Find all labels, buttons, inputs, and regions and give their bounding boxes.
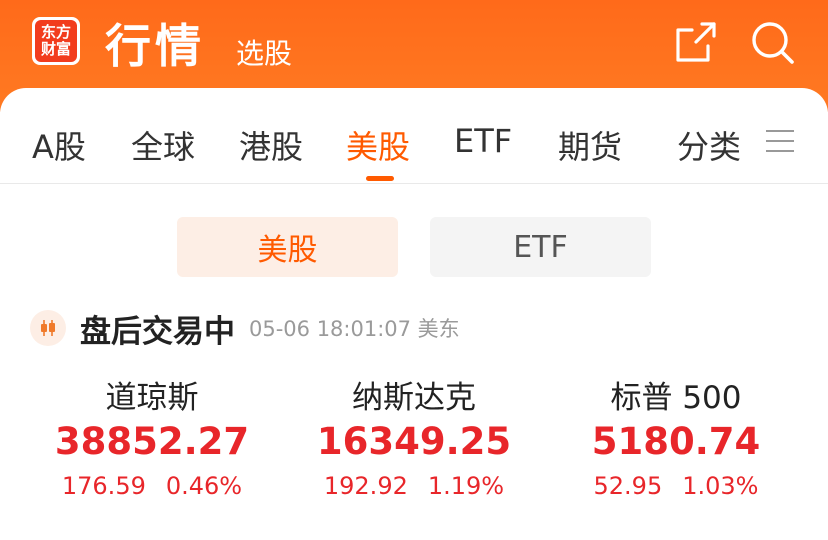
- index-change: 52.95 1.03%: [538, 466, 814, 506]
- index-change-points: 192.92: [323, 472, 408, 500]
- tab-global[interactable]: 全球: [131, 122, 195, 168]
- tab-us-stocks[interactable]: 美股: [346, 122, 410, 168]
- segment-us-stocks[interactable]: 美股: [177, 217, 398, 277]
- index-change-percent: 1.19%: [427, 472, 505, 500]
- market-tabs: A股 全球 港股 美股 ETF 期货 分类: [0, 88, 828, 184]
- index-value: 5180.74: [591, 420, 761, 463]
- index-change-points: 52.95: [593, 472, 663, 500]
- status-label: 盘后交易中: [80, 313, 235, 350]
- tab-hk-stocks[interactable]: 港股: [239, 122, 303, 168]
- logo-text-line1: 东方: [40, 23, 71, 41]
- index-card-sp500[interactable]: 标普 500 5180.74 52.95 1.03%: [538, 378, 814, 506]
- stock-picker-link[interactable]: 选股: [236, 32, 292, 72]
- index-change-percent: 1.03%: [682, 472, 759, 500]
- status-time: 05-06 18:01:07 美东: [249, 317, 460, 341]
- segment-etf[interactable]: ETF: [430, 217, 651, 277]
- candlestick-icon: [30, 310, 66, 346]
- index-name: 标普 500: [610, 380, 742, 416]
- tabs-fade: [620, 108, 660, 168]
- content-panel: A股 全球 港股 美股 ETF 期货 分类 美股 ETF 盘后交易中 05-06…: [0, 88, 828, 540]
- index-card-dow[interactable]: 道琼斯 38852.27 176.59 0.46%: [14, 378, 290, 506]
- logo-text-line2: 财富: [40, 40, 71, 58]
- index-change: 192.92 1.19%: [276, 466, 552, 506]
- index-name: 纳斯达克: [352, 380, 476, 416]
- app-logo[interactable]: 东方 财富: [32, 17, 80, 65]
- menu-icon[interactable]: [766, 130, 794, 158]
- index-change-percent: 0.46%: [165, 472, 243, 500]
- tab-etf[interactable]: ETF: [454, 122, 512, 160]
- share-icon[interactable]: [672, 18, 720, 66]
- search-icon[interactable]: [748, 18, 796, 66]
- index-value: 16349.25: [316, 420, 512, 463]
- tab-futures[interactable]: 期货: [558, 122, 622, 168]
- index-name: 道琼斯: [105, 380, 199, 416]
- tab-categories[interactable]: 分类: [677, 122, 741, 168]
- tab-a-shares[interactable]: A股: [32, 122, 86, 168]
- page-title: 行情: [105, 19, 205, 73]
- logo-badge: 东方 财富: [35, 20, 77, 62]
- index-value: 38852.27: [54, 420, 250, 463]
- active-tab-indicator: [366, 176, 394, 181]
- market-status: 盘后交易中 05-06 18:01:07 美东: [30, 310, 460, 350]
- index-change: 176.59 0.46%: [14, 466, 290, 506]
- index-card-nasdaq[interactable]: 纳斯达克 16349.25 192.92 1.19%: [276, 378, 552, 506]
- index-change-points: 176.59: [61, 472, 146, 500]
